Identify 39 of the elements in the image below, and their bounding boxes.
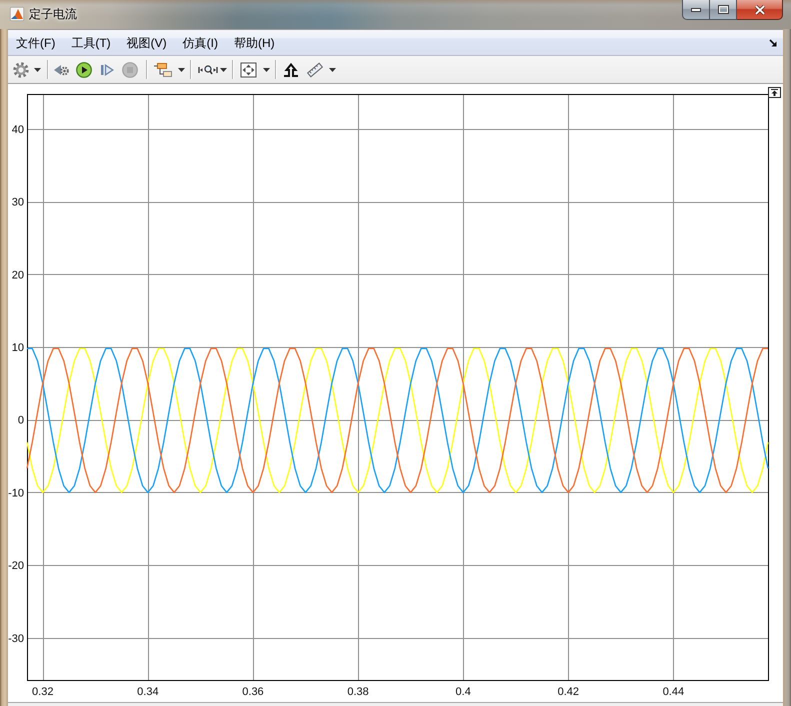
caret-icon[interactable] xyxy=(329,68,336,72)
maximize-button[interactable] xyxy=(710,0,737,20)
caret-icon[interactable] xyxy=(220,68,227,72)
x-tick-label: 0.4 xyxy=(456,686,471,698)
fit-arrows-icon[interactable] xyxy=(240,62,257,78)
y-tick-label: 30 xyxy=(12,196,24,209)
close-icon xyxy=(754,4,766,14)
y-tick-label: 20 xyxy=(12,269,24,282)
block-diagram-icon[interactable] xyxy=(153,62,173,78)
x-tick-label: 0.38 xyxy=(347,686,369,698)
step-forward-icon[interactable] xyxy=(99,62,115,78)
caret-icon[interactable] xyxy=(34,68,41,72)
settings-icon[interactable] xyxy=(13,62,29,78)
diagonal-arrow-icon[interactable] xyxy=(769,38,777,46)
minimize-button[interactable] xyxy=(682,0,710,20)
x-tick-label: 0.42 xyxy=(558,686,579,698)
y-tick-label: 40 xyxy=(12,124,24,136)
y-tick-label: -20 xyxy=(8,560,24,572)
caret-icon[interactable] xyxy=(178,68,185,72)
close-button[interactable] xyxy=(737,0,783,20)
maximize-icon xyxy=(718,5,728,14)
menu-item[interactable]: 视图(V) xyxy=(126,34,167,50)
menu-item[interactable]: 帮助(H) xyxy=(234,34,275,50)
menu-item[interactable]: 工具(T) xyxy=(71,34,111,50)
x-tick-label: 0.36 xyxy=(242,686,264,698)
y-tick-label: 0 xyxy=(18,414,24,427)
y-tick-label: -10 xyxy=(8,487,24,500)
y-tick-label: 10 xyxy=(12,342,24,354)
x-tick-label: 0.32 xyxy=(32,686,54,698)
caret-icon[interactable] xyxy=(263,68,270,72)
play-icon[interactable] xyxy=(76,62,92,78)
window-title: 定子电流 xyxy=(29,6,77,22)
y-tick-label: -30 xyxy=(8,632,24,645)
app-logo-icon xyxy=(10,7,24,21)
x-tick-label: 0.44 xyxy=(662,686,684,698)
x-tick-label: 0.34 xyxy=(137,686,159,698)
minimize-icon xyxy=(691,8,701,12)
menu-item[interactable]: 文件(F) xyxy=(16,34,56,50)
menu-item[interactable]: 仿真(I) xyxy=(182,34,218,50)
